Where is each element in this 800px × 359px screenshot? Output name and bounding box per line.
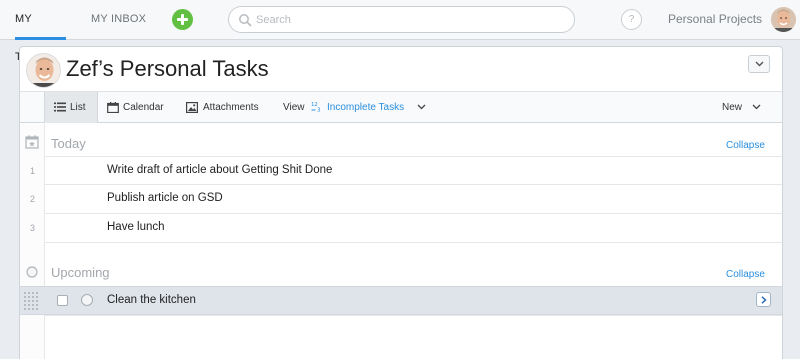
row-number: 1 bbox=[29, 166, 35, 176]
avatar-photo bbox=[27, 54, 60, 87]
task-row[interactable]: 3 Have lunch bbox=[30, 214, 782, 243]
task-row[interactable]: 2 Publish article on GSD bbox=[30, 185, 782, 214]
section-title-upcoming[interactable]: Upcoming bbox=[51, 265, 110, 280]
open-task-details-button[interactable] bbox=[756, 292, 771, 307]
top-navigation-bar: MY TASKS MY INBOX ? Personal Projects bbox=[0, 0, 800, 63]
search-icon bbox=[239, 14, 252, 27]
attachments-view-tab[interactable]: Attachments bbox=[186, 92, 266, 123]
row-divider bbox=[45, 315, 782, 316]
collapse-upcoming-link[interactable]: Collapse bbox=[726, 269, 765, 280]
task-name[interactable]: Publish article on GSD bbox=[107, 192, 223, 204]
task-filter-dropdown[interactable]: 1 2 3 Incomplete Tasks bbox=[311, 92, 431, 123]
task-row[interactable]: 1 Write draft of article about Getting S… bbox=[30, 156, 782, 185]
svg-text:3: 3 bbox=[317, 108, 321, 113]
chevron-down-icon bbox=[417, 104, 426, 110]
tab-my-inbox[interactable]: MY INBOX bbox=[91, 0, 146, 40]
task-name[interactable]: Write draft of article about Getting Shi… bbox=[107, 164, 332, 176]
sort-icon: 1 2 3 bbox=[311, 102, 321, 113]
chevron-down-icon bbox=[755, 61, 764, 67]
image-icon bbox=[186, 102, 198, 113]
project-title: Zef’s Personal Tasks bbox=[66, 56, 269, 81]
task-row-selected[interactable]: Clean the kitchen bbox=[20, 286, 782, 315]
search-input[interactable] bbox=[256, 11, 556, 28]
row-number: 3 bbox=[29, 223, 35, 233]
row-number: 2 bbox=[29, 194, 35, 204]
project-panel: Zef’s Personal Tasks List Calendar Attac… bbox=[19, 46, 783, 359]
list-icon bbox=[54, 102, 66, 112]
tab-my-tasks[interactable]: MY TASKS bbox=[15, 0, 66, 63]
calendar-view-tab[interactable]: Calendar bbox=[107, 92, 171, 123]
calendar-view-label: Calendar bbox=[123, 102, 164, 113]
calendar-star-icon bbox=[25, 135, 39, 149]
section-title-today[interactable]: Today bbox=[51, 136, 86, 151]
task-name[interactable]: Have lunch bbox=[107, 221, 165, 233]
list-view-label: List bbox=[70, 102, 86, 113]
search-box[interactable] bbox=[228, 6, 575, 33]
project-menu-button[interactable] bbox=[748, 55, 770, 73]
drag-handle-icon[interactable] bbox=[23, 291, 40, 311]
task-filter-label: Incomplete Tasks bbox=[327, 102, 405, 113]
new-item-button[interactable]: New bbox=[722, 92, 762, 123]
user-avatar[interactable] bbox=[771, 7, 796, 32]
workspace-switcher[interactable]: Personal Projects bbox=[668, 12, 762, 26]
project-owner-avatar bbox=[26, 53, 61, 88]
task-select-checkbox[interactable] bbox=[57, 295, 68, 306]
task-name[interactable]: Clean the kitchen bbox=[107, 294, 196, 306]
help-button[interactable]: ? bbox=[621, 9, 642, 30]
chevron-down-icon bbox=[752, 104, 761, 110]
calendar-icon bbox=[107, 102, 119, 113]
circle-icon bbox=[26, 266, 38, 278]
attachments-view-label: Attachments bbox=[203, 102, 259, 113]
add-task-button[interactable] bbox=[172, 9, 193, 30]
avatar-photo bbox=[771, 7, 796, 32]
chevron-right-icon bbox=[761, 296, 767, 304]
collapse-today-link[interactable]: Collapse bbox=[726, 140, 765, 151]
new-item-label: New bbox=[722, 102, 743, 113]
list-view-tab[interactable]: List bbox=[44, 92, 98, 123]
view-toolbar: List Calendar Attachments View 1 2 3 Inc… bbox=[20, 91, 782, 123]
task-complete-toggle[interactable] bbox=[81, 294, 93, 306]
view-label: View bbox=[283, 102, 305, 113]
